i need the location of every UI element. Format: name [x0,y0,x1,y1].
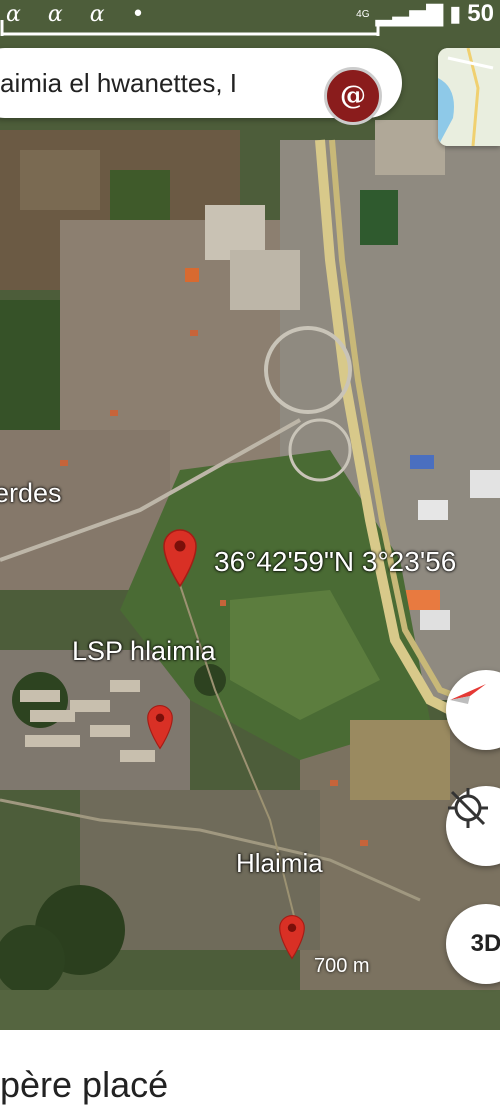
scale-bar [0,20,380,36]
battery-icon: ▮ [449,1,462,26]
bottom-sheet-title: père placé [0,1064,169,1105]
satellite-map[interactable]: ɑ ɑ ɑ • 4G ▂▃▅▇ ▮ 50 aimia el hwanettes,… [0,0,500,1030]
lsp-pin-icon[interactable] [146,704,174,750]
place-label-lsp: LSP hlaimia [72,636,216,666]
battery-level: 50 [467,0,494,27]
three-d-label: 3D [470,930,500,957]
layers-minimap-button[interactable] [438,48,500,146]
place-label-left: erdes [0,478,62,508]
scale-label: 700 m [314,955,370,977]
account-avatar[interactable]: @ [324,67,382,125]
town-pin-icon[interactable] [278,914,306,960]
avatar-letter: @ [340,81,366,111]
compass-icon [450,684,486,704]
place-label-town: Hlaimia [236,848,323,878]
location-off-icon [448,788,488,828]
search-query[interactable]: aimia el hwanettes, I [0,68,268,98]
minimap-icon [438,48,500,146]
coordinates-label: 36°42'59"N 3°23'56 [214,546,457,577]
signal-icon: ▂▃▅▇ [375,1,444,26]
coordinate-pin-icon[interactable] [162,528,198,588]
